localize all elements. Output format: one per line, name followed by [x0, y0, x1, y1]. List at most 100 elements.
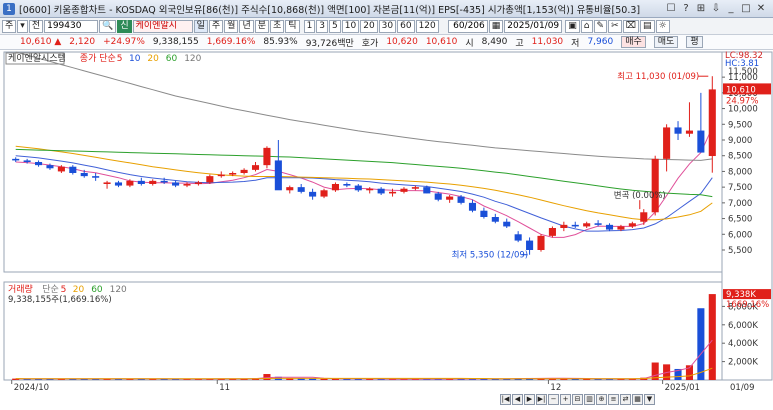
period-button-0[interactable]: 일 [193, 19, 208, 33]
volume-legend-item: 20 [73, 285, 85, 295]
sell-button[interactable]: 매도 [653, 36, 679, 48]
candle-body [411, 187, 419, 189]
nav-button-12[interactable]: ▼ [644, 394, 655, 405]
trade-amount: 93,726백만 [305, 38, 354, 49]
price-tick-label: 6,500 [728, 215, 752, 225]
market-dropdown[interactable]: ▾ [17, 19, 28, 33]
interval-button-30[interactable]: 30 [378, 19, 397, 33]
interval-button-1[interactable]: 1 [303, 19, 316, 33]
low-annotation: 최저 5,350 (12/09) [452, 250, 529, 261]
price-tick-label: 7,500 [728, 183, 752, 193]
average-button[interactable]: 평 [686, 36, 703, 48]
candle-body [548, 228, 556, 236]
period-button-3[interactable]: 년 [239, 19, 254, 33]
candle-body [251, 165, 260, 170]
candle-body [434, 193, 442, 200]
stock-code-input[interactable] [44, 19, 99, 33]
tool-icon-0[interactable]: ▣ [565, 19, 580, 33]
price-legend-item: 종가 단순 [80, 53, 116, 64]
price-legend-item: 120 [184, 54, 201, 64]
toolbar: 주 ▾ 전 🔍 신 케이엔알시 일주월년분초틱 13510203060120 ▦… [0, 18, 773, 35]
interval-button-5[interactable]: 5 [329, 19, 341, 33]
interval-button-60[interactable]: 60 [397, 19, 415, 33]
price-legend-item: 10 [129, 54, 141, 64]
candle-body [57, 166, 65, 172]
candle-body [137, 180, 145, 184]
candle-body [274, 160, 282, 191]
tool-icon-5[interactable]: ▤ [639, 19, 655, 33]
tool-icon-3[interactable]: ✂ [608, 19, 622, 33]
tool-icon-2[interactable]: ✎ [593, 19, 608, 33]
nav-button-3[interactable]: ▶| [536, 394, 547, 405]
volume-tick-label: 4,000K [728, 339, 758, 349]
tool-group: ▣ ⌂ ✎ ✂ ⌧ ▤ ☼ [565, 19, 670, 33]
search-icon[interactable]: 🔍 [99, 19, 117, 33]
stock-chart[interactable]: 5,500 6,000 6,500 7,000 7,500 8,000 8,500 9,000… [0, 50, 773, 410]
volume-legend-item: 120 [110, 285, 127, 295]
interval-button-120[interactable]: 120 [415, 19, 439, 33]
all-button[interactable]: 전 [28, 19, 44, 33]
volume-panel [3, 281, 723, 381]
period-button-1[interactable]: 주 [208, 19, 224, 33]
interval-button-10[interactable]: 10 [341, 19, 360, 33]
interval-button-3[interactable]: 3 [316, 19, 329, 33]
period-button-5[interactable]: 초 [270, 19, 285, 33]
candle-body [640, 212, 648, 222]
window-control-3[interactable]: ⇩ [710, 3, 722, 14]
candle-body [309, 191, 317, 197]
window-control-0[interactable]: ☐ [665, 3, 677, 14]
nav-button-0[interactable]: |◀ [500, 394, 511, 405]
candle-body [617, 226, 625, 230]
volume-percent: 1,669.16% [206, 37, 256, 47]
price-tick-label: 6,000 [728, 230, 752, 240]
date-input[interactable] [504, 19, 563, 33]
buy-button[interactable]: 매수 [621, 36, 646, 48]
volume-legend-item: 60 [91, 285, 103, 295]
candle-body [46, 165, 54, 169]
candle-body [114, 182, 123, 186]
top-price-label: 11,500 [728, 67, 758, 77]
market-button[interactable]: 주 [2, 19, 17, 33]
nav-button-6[interactable]: ⊟ [572, 394, 583, 405]
x-tick-label: 12 [550, 383, 561, 393]
nav-button-5[interactable]: + [560, 394, 571, 405]
window-control-1[interactable]: ? [680, 3, 692, 14]
change-value: 2,120 [69, 37, 96, 47]
volume-bar [697, 308, 705, 380]
period-button-6[interactable]: 틱 [285, 19, 300, 33]
volume-legend-item: 단순 [42, 284, 59, 295]
count-input[interactable] [447, 19, 488, 33]
price-panel [3, 51, 723, 273]
calendar-icon[interactable]: ▦ [488, 19, 504, 33]
window-control-2[interactable]: ⊞ [695, 3, 707, 14]
period-button-2[interactable]: 월 [224, 19, 239, 33]
nav-button-10[interactable]: ⇄ [620, 394, 631, 405]
nav-button-9[interactable]: ≡ [608, 394, 619, 405]
tool-icon-6[interactable]: ☼ [655, 19, 670, 33]
candle-body [377, 188, 385, 194]
nav-button-7[interactable]: ▥ [584, 394, 595, 405]
tool-icon-4[interactable]: ⌧ [622, 19, 639, 33]
window-control-4[interactable]: _ [725, 3, 737, 14]
window-control-6[interactable]: ✕ [755, 3, 767, 14]
nav-button-1[interactable]: ◀ [512, 394, 523, 405]
interval-button-20[interactable]: 20 [360, 19, 378, 33]
company-name[interactable]: 케이엔알시 [132, 19, 193, 33]
candle-body [12, 158, 20, 161]
price-legend-item: 60 [166, 54, 178, 64]
price-tick-label: 7,000 [728, 199, 752, 209]
volume-bar [263, 374, 271, 380]
high-annotation: 최고 11,030 (01/09) [617, 71, 699, 82]
credit-badge: 신 [117, 19, 132, 33]
candle-body [263, 147, 271, 166]
nav-button-8[interactable]: ⊕ [596, 394, 607, 405]
window-controls: ☐? ⊞ ⇩ _ □ ✕ [665, 3, 773, 14]
period-button-4[interactable]: 분 [254, 19, 269, 33]
tool-icon-1[interactable]: ⌂ [580, 19, 593, 33]
nav-button-4[interactable]: − [548, 394, 559, 405]
nav-button-2[interactable]: ▶ [524, 394, 535, 405]
candle-body [80, 173, 88, 177]
chart-area[interactable]: 5,500 6,000 6,500 7,000 7,500 8,000 8,500 9,000… [0, 50, 773, 410]
window-control-5[interactable]: □ [740, 3, 752, 14]
nav-button-11[interactable]: ▦ [632, 394, 643, 405]
